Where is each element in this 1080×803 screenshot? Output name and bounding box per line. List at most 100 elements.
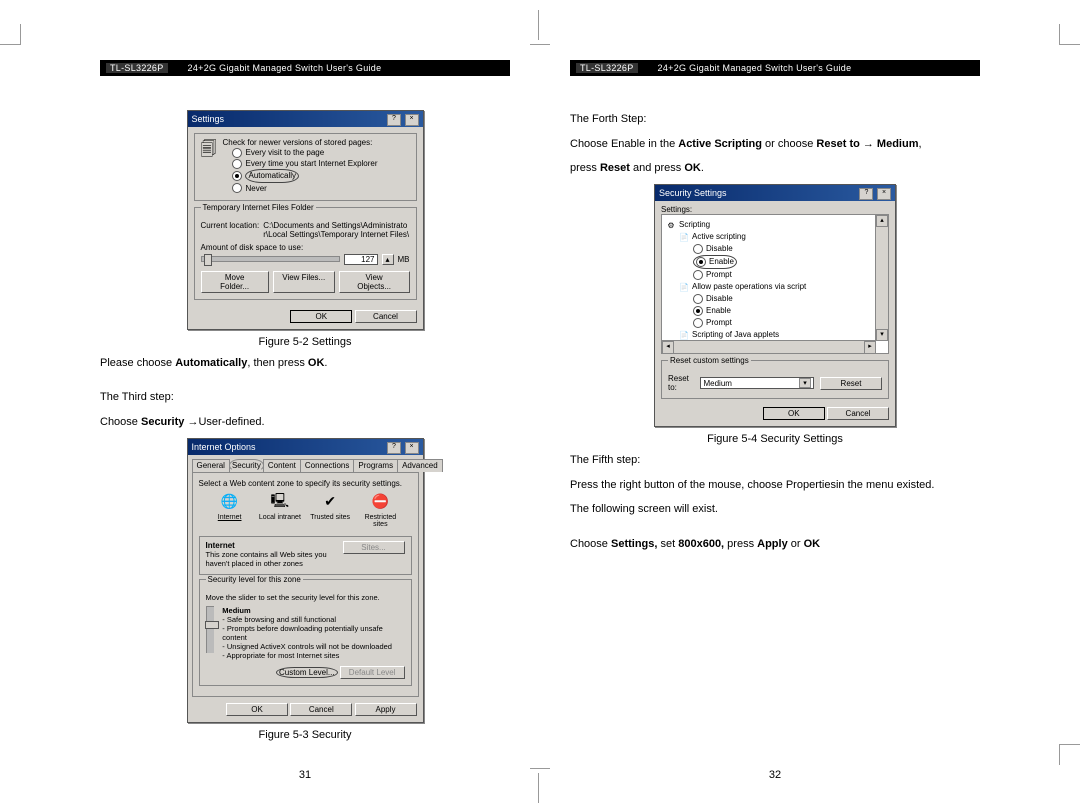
tab-content[interactable]: Content: [263, 459, 301, 472]
radio-every-start[interactable]: Every time you start Internet Explorer: [232, 158, 409, 169]
ok-button[interactable]: OK: [763, 407, 825, 420]
group-label: Temporary Internet Files Folder: [201, 203, 316, 212]
tab-panel: Select a Web content zone to specify its…: [192, 472, 419, 697]
tab-advanced[interactable]: Advanced: [397, 459, 443, 472]
reset-to-label: Reset to:: [668, 374, 694, 392]
crop-mark: [1059, 24, 1080, 45]
bullet: - Unsigned ActiveX controls will not be …: [222, 642, 404, 651]
tab-connections[interactable]: Connections: [300, 459, 354, 472]
header-model: TL-SL3226P: [576, 63, 638, 73]
cancel-button[interactable]: Cancel: [290, 703, 352, 716]
internet-options-dialog-figure: Internet Options ? × General Security Co…: [187, 438, 424, 723]
dialog-title: Settings: [192, 114, 225, 124]
bullet: - Safe browsing and still functional: [222, 615, 404, 624]
instruction-text: Choose Settings, set 800x600, press Appl…: [570, 535, 980, 554]
zone-restricted[interactable]: ⛔Restricted sites: [358, 492, 402, 528]
instruction-text: Press the right button of the mouse, cho…: [570, 476, 980, 495]
reset-to-dropdown[interactable]: Medium ▾: [700, 377, 814, 389]
step-heading: The Forth Step:: [570, 110, 980, 129]
custom-level-button[interactable]: Custom Level...: [276, 667, 338, 678]
page-header: TL-SL3226P 24+2G Gigabit Managed Switch …: [570, 60, 980, 76]
chevron-down-icon: ▾: [799, 378, 811, 388]
crop-mark: [1059, 744, 1080, 765]
reset-button[interactable]: Reset: [820, 377, 882, 390]
dialog-titlebar: Settings ? ×: [188, 111, 423, 127]
dialog-title: Security Settings: [659, 188, 727, 198]
step-heading: The Third step:: [100, 388, 510, 407]
instruction-text: The following screen will exist.: [570, 500, 980, 519]
location-label: Current location:: [201, 221, 260, 239]
help-icon[interactable]: ?: [387, 442, 401, 454]
disk-space-input[interactable]: 127: [344, 254, 378, 265]
crop-mark: [530, 768, 550, 789]
tab-general[interactable]: General: [192, 459, 230, 472]
radio-enable[interactable]: Enable: [666, 255, 884, 269]
page-right: TL-SL3226P 24+2G Gigabit Managed Switch …: [570, 60, 980, 769]
group-label: Security level for this zone: [206, 575, 303, 584]
zone-trusted[interactable]: ✔Trusted sites: [308, 492, 352, 528]
crop-mark: [538, 10, 540, 40]
help-icon[interactable]: ?: [859, 188, 873, 200]
close-icon[interactable]: ×: [405, 442, 419, 454]
crop-mark: [530, 24, 550, 45]
tab-security[interactable]: Security: [229, 459, 264, 472]
view-objects-button[interactable]: View Objects...: [339, 271, 410, 293]
default-level-button: Default Level: [340, 666, 405, 679]
level-medium: Medium: [222, 606, 404, 615]
radio-disable[interactable]: Disable: [666, 243, 884, 255]
group-label: Reset custom settings: [668, 356, 751, 365]
settings-tree[interactable]: ⚙Scripting 📄Active scripting Disable Ena…: [661, 214, 889, 354]
zone-name: Internet: [206, 541, 343, 550]
figure-caption: Figure 5-2 Settings: [100, 336, 510, 348]
instruction-text: Choose Security →User-defined.: [100, 413, 510, 432]
ok-button[interactable]: OK: [290, 310, 352, 323]
close-icon[interactable]: ×: [405, 114, 419, 126]
security-slider[interactable]: [206, 606, 215, 653]
zone-icons-row: 🌐Internet 🖳Local intranet ✔Trusted sites…: [199, 488, 412, 532]
crop-mark: [0, 24, 21, 45]
tab-programs[interactable]: Programs: [353, 459, 398, 472]
scrollbar-horizontal[interactable]: ◂ ▸: [662, 340, 876, 353]
page-number: 32: [570, 769, 980, 781]
crop-mark: [538, 773, 540, 803]
radio-never[interactable]: Never: [232, 183, 409, 194]
location-value: C:\Documents and Settings\Administrator\…: [263, 221, 409, 239]
radio-disable[interactable]: Disable: [666, 293, 884, 305]
settings-label: Settings:: [655, 201, 895, 214]
slider-instruction: Move the slider to set the security leve…: [206, 593, 405, 602]
radio-automatically[interactable]: Automatically: [232, 169, 409, 182]
move-folder-button[interactable]: Move Folder...: [201, 271, 269, 293]
zone-internet[interactable]: 🌐Internet: [208, 492, 252, 528]
script-icon: 📄: [679, 282, 689, 292]
help-icon[interactable]: ?: [387, 114, 401, 126]
radio-enable[interactable]: Enable: [666, 353, 884, 354]
page-spread: TL-SL3226P 24+2G Gigabit Managed Switch …: [0, 0, 1080, 789]
apply-button[interactable]: Apply: [355, 703, 417, 716]
figure-caption: Figure 5-3 Security: [100, 729, 510, 741]
view-files-button[interactable]: View Files...: [273, 271, 335, 293]
page-header: TL-SL3226P 24+2G Gigabit Managed Switch …: [100, 60, 510, 76]
radio-prompt[interactable]: Prompt: [666, 269, 884, 281]
radio-every-visit[interactable]: Every visit to the page: [232, 147, 409, 158]
instruction-text: Choose Enable in the Active Scripting or…: [570, 135, 980, 154]
radio-prompt[interactable]: Prompt: [666, 317, 884, 329]
ok-button[interactable]: OK: [226, 703, 288, 716]
step-heading: The Fifth step:: [570, 451, 980, 470]
scrollbar-vertical[interactable]: ▴ ▾: [875, 215, 888, 341]
cancel-button[interactable]: Cancel: [355, 310, 417, 323]
radio-enable[interactable]: Enable: [666, 305, 884, 317]
instruction-text: press Reset and press OK.: [570, 159, 980, 178]
dialog-titlebar: Internet Options ? ×: [188, 439, 423, 455]
script-icon: 📄: [679, 232, 689, 242]
zone-local-intranet[interactable]: 🖳Local intranet: [258, 492, 302, 528]
zone-label: Select a Web content zone to specify its…: [199, 479, 412, 488]
check-versions-group: 🗐 Check for newer versions of stored pag…: [194, 133, 417, 201]
page-left: TL-SL3226P 24+2G Gigabit Managed Switch …: [100, 60, 510, 769]
spinner-icon[interactable]: ▴: [382, 254, 394, 265]
script-icon: 📄: [679, 330, 689, 340]
temp-files-group: Temporary Internet Files Folder Current …: [194, 207, 417, 300]
close-icon[interactable]: ×: [877, 188, 891, 200]
settings-dialog-figure: Settings ? × 🗐 Check for newer versions …: [187, 110, 424, 330]
cancel-button[interactable]: Cancel: [827, 407, 889, 420]
dialog-title: Internet Options: [192, 442, 256, 452]
